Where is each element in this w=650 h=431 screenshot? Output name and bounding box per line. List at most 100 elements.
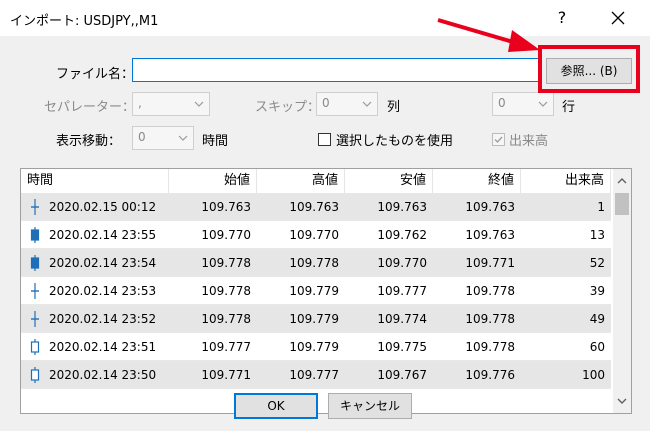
cell-open: 109.777 bbox=[201, 340, 251, 354]
shift-select[interactable]: 0 bbox=[132, 126, 194, 150]
cell-close: 109.763 bbox=[465, 200, 515, 214]
row-skip-select[interactable]: 0 bbox=[492, 92, 554, 116]
cell-close: 109.778 bbox=[465, 312, 515, 326]
checkmark-icon bbox=[494, 136, 503, 144]
cell-high: 109.779 bbox=[289, 312, 339, 326]
header-high[interactable]: 高値 bbox=[257, 169, 345, 193]
separator-label: セパレーター： bbox=[44, 100, 136, 115]
scroll-up-icon[interactable] bbox=[616, 175, 628, 187]
time-text: 2020.02.14 23:52 bbox=[49, 312, 157, 326]
header-open[interactable]: 始値 bbox=[169, 169, 257, 193]
row-label: 行 bbox=[562, 100, 576, 115]
cell-time: 2020.02.14 23:51 bbox=[21, 333, 169, 361]
header-low[interactable]: 安値 bbox=[345, 169, 433, 193]
cell-volume: 39 bbox=[589, 284, 605, 298]
candle-bear-icon bbox=[30, 367, 40, 383]
table-row[interactable]: 2020.02.14 23:51 109.777 109.779 109.775 109… bbox=[21, 333, 611, 361]
candle-bear-icon bbox=[30, 339, 40, 355]
volume-checkbox[interactable] bbox=[492, 133, 505, 146]
chevron-down-icon bbox=[175, 129, 191, 147]
cell-low: 109.777 bbox=[377, 284, 427, 298]
preview-table: 時間 始値 高値 安値 終値 出来高 2020.02.15 00:12 109.7… bbox=[20, 168, 632, 414]
cell-high: 109.763 bbox=[289, 200, 339, 214]
time-text: 2020.02.14 23:51 bbox=[49, 340, 157, 354]
scrollbar-thumb[interactable] bbox=[615, 193, 629, 215]
chevron-down-icon bbox=[535, 95, 551, 113]
candle-doji-icon bbox=[31, 283, 39, 299]
cancel-label: キャンセル bbox=[339, 399, 400, 413]
candle-bull-icon bbox=[30, 227, 40, 243]
column-label: 列 bbox=[387, 100, 401, 115]
header-close[interactable]: 終値 bbox=[433, 169, 521, 193]
ok-label: OK bbox=[267, 399, 285, 413]
cell-high: 109.778 bbox=[289, 256, 339, 270]
cell-high: 109.777 bbox=[289, 368, 339, 382]
ok-button[interactable]: OK bbox=[234, 393, 318, 419]
cell-open: 109.770 bbox=[201, 228, 251, 242]
header-volume[interactable]: 出来高 bbox=[521, 169, 611, 193]
cell-time: 2020.02.14 23:54 bbox=[21, 249, 169, 277]
use-selected-label: 選択したものを使用 bbox=[336, 134, 454, 149]
cell-close: 109.763 bbox=[465, 228, 515, 242]
cell-low: 109.767 bbox=[377, 368, 427, 382]
candle-doji-icon bbox=[31, 311, 39, 327]
cell-close: 109.776 bbox=[465, 368, 515, 382]
cell-high: 109.770 bbox=[289, 228, 339, 242]
time-text: 2020.02.15 00:12 bbox=[49, 200, 157, 214]
skip-label: スキップ： bbox=[255, 100, 321, 115]
cell-low: 109.775 bbox=[377, 340, 427, 354]
table-row[interactable]: 2020.02.15 00:12 109.763 109.763 109.763 109… bbox=[21, 193, 611, 221]
header-time[interactable]: 時間 bbox=[21, 169, 169, 193]
cell-open: 109.778 bbox=[201, 256, 251, 270]
volume-label: 出来高 bbox=[509, 134, 549, 149]
table-row[interactable]: 2020.02.14 23:50 109.771 109.777 109.767 109… bbox=[21, 361, 611, 389]
row-skip-value: 0 bbox=[498, 96, 506, 110]
cell-open: 109.763 bbox=[201, 200, 251, 214]
table-row[interactable]: 2020.02.14 23:53 109.778 109.779 109.777 109… bbox=[21, 277, 611, 305]
cell-volume: 1 bbox=[597, 200, 605, 214]
cell-low: 109.762 bbox=[377, 228, 427, 242]
use-selected-checkbox[interactable] bbox=[318, 133, 331, 146]
cell-low: 109.770 bbox=[377, 256, 427, 270]
shift-value: 0 bbox=[138, 130, 146, 144]
table-row[interactable]: 2020.02.14 23:54 109.778 109.778 109.770 109… bbox=[21, 249, 611, 277]
chevron-down-icon bbox=[359, 95, 375, 113]
time-text: 2020.02.14 23:55 bbox=[49, 228, 157, 242]
file-name-input[interactable] bbox=[132, 58, 542, 82]
skip-select[interactable]: 0 bbox=[316, 92, 378, 116]
cell-open: 109.771 bbox=[201, 368, 251, 382]
candle-doji-icon bbox=[31, 199, 39, 215]
cell-high: 109.779 bbox=[289, 340, 339, 354]
cell-time: 2020.02.14 23:55 bbox=[21, 221, 169, 249]
table-row[interactable]: 2020.02.14 23:52 109.778 109.779 109.774 109… bbox=[21, 305, 611, 333]
time-text: 2020.02.14 23:54 bbox=[49, 256, 157, 270]
cell-high: 109.779 bbox=[289, 284, 339, 298]
cell-volume: 49 bbox=[589, 312, 605, 326]
separator-select[interactable]: , bbox=[132, 92, 210, 116]
cell-time: 2020.02.14 23:50 bbox=[21, 361, 169, 389]
time-text: 2020.02.14 23:53 bbox=[49, 284, 157, 298]
vertical-scrollbar[interactable] bbox=[613, 169, 631, 413]
time-text: 2020.02.14 23:50 bbox=[49, 368, 157, 382]
cell-close: 109.778 bbox=[465, 284, 515, 298]
chevron-down-icon bbox=[191, 95, 207, 113]
hours-label: 時間 bbox=[202, 134, 229, 149]
cell-close: 109.778 bbox=[465, 340, 515, 354]
table-header: 時間 始値 高値 安値 終値 出来高 bbox=[21, 169, 611, 194]
cell-volume: 52 bbox=[589, 256, 605, 270]
dialog-body: ファイル名： 参照... (B) セパレーター： , スキップ： 0 列 0 行… bbox=[0, 36, 650, 431]
table-row[interactable]: 2020.02.14 23:55 109.770 109.770 109.762 109… bbox=[21, 221, 611, 249]
separator-value: , bbox=[138, 96, 142, 110]
cell-low: 109.774 bbox=[377, 312, 427, 326]
cell-volume: 13 bbox=[589, 228, 605, 242]
file-name-label: ファイル名： bbox=[56, 67, 135, 82]
highlight-box-annotation bbox=[538, 45, 640, 93]
shift-label: 表示移動： bbox=[56, 134, 122, 149]
cell-volume: 60 bbox=[589, 340, 605, 354]
cell-open: 109.778 bbox=[201, 312, 251, 326]
cell-time: 2020.02.14 23:52 bbox=[21, 305, 169, 333]
skip-value: 0 bbox=[322, 96, 330, 110]
cancel-button[interactable]: キャンセル bbox=[328, 393, 412, 419]
scroll-down-icon[interactable] bbox=[616, 395, 628, 407]
cell-low: 109.763 bbox=[377, 200, 427, 214]
